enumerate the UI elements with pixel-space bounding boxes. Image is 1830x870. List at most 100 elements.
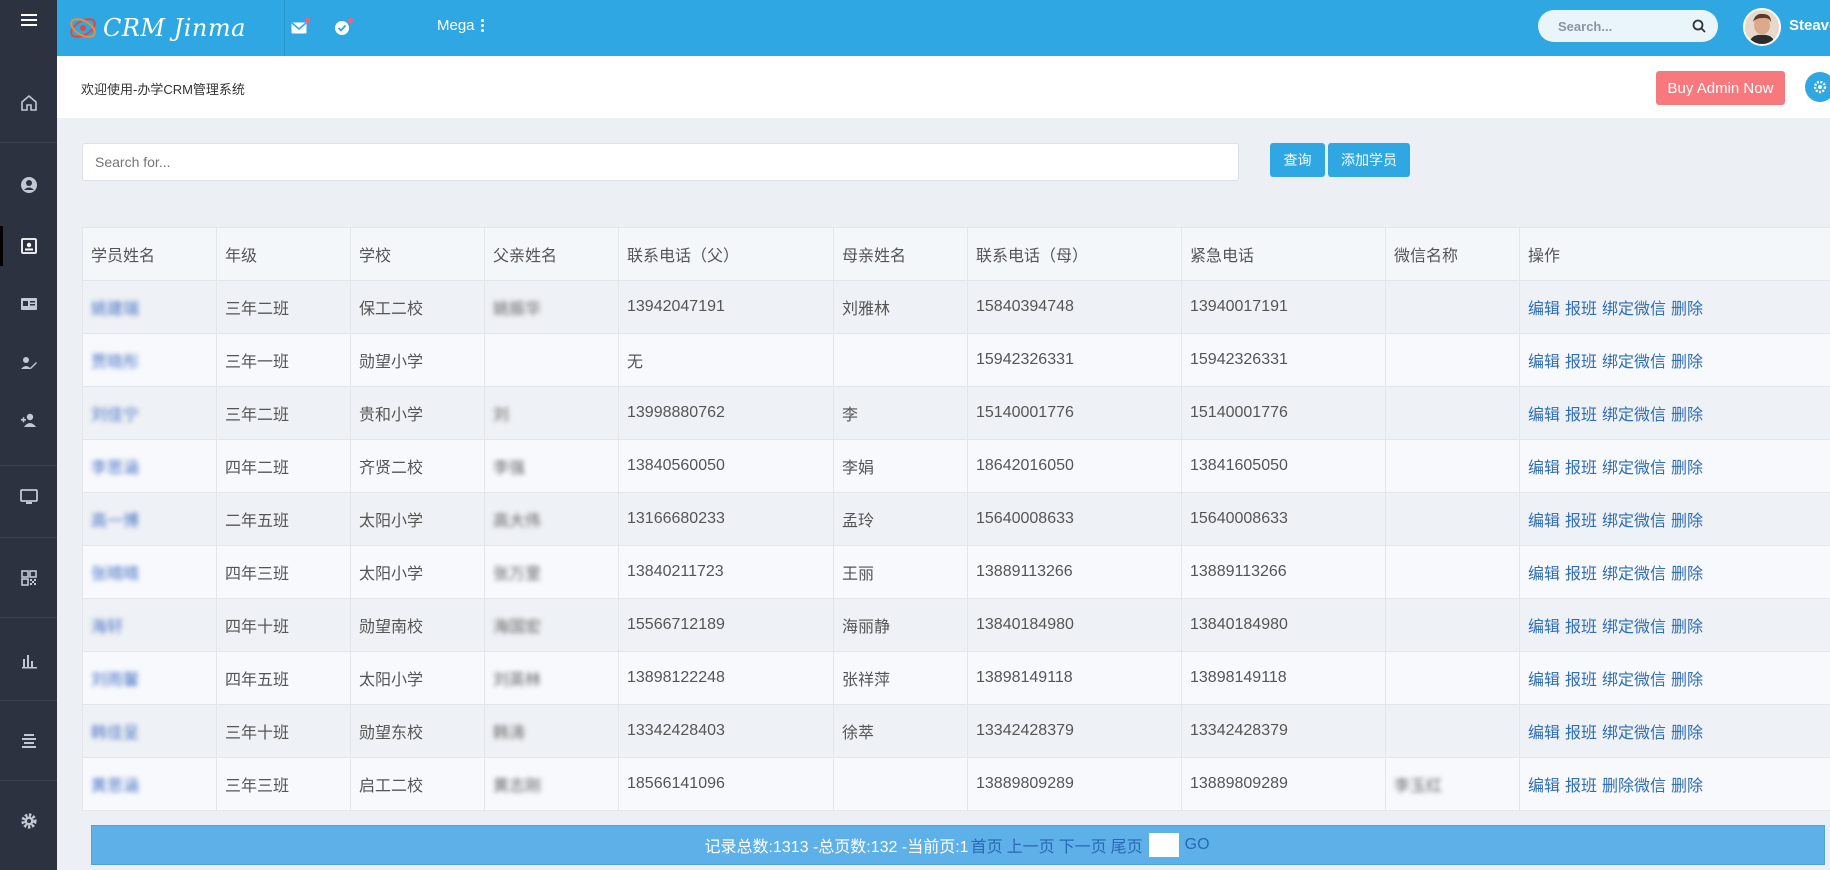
qr-code-icon[interactable] — [0, 558, 57, 598]
wechat-link[interactable]: 绑定微信 — [1602, 619, 1666, 636]
search-icon[interactable] — [1692, 19, 1706, 33]
student-name-cell[interactable]: 刘雨馨 — [82, 651, 217, 705]
mega-menu[interactable]: Mega — [437, 17, 485, 34]
student-name-cell[interactable]: 李思涵 — [82, 439, 217, 493]
delete-link[interactable]: 删除 — [1671, 513, 1703, 530]
father-name-cell-text: 姚振华 — [493, 301, 542, 318]
page-number-input[interactable] — [1148, 833, 1179, 857]
home-icon[interactable] — [0, 83, 57, 123]
student-name-cell[interactable]: 高一博 — [82, 492, 217, 546]
father-name-cell: 刘 — [484, 386, 619, 440]
wechat-link[interactable]: 绑定微信 — [1602, 513, 1666, 530]
edit-link[interactable]: 编辑 — [1528, 778, 1560, 795]
enroll-link[interactable]: 报班 — [1565, 778, 1597, 795]
wechat-link[interactable]: 绑定微信 — [1602, 672, 1666, 689]
top-search-input[interactable]: Search... — [1538, 10, 1718, 42]
buy-admin-button[interactable]: Buy Admin Now — [1656, 71, 1785, 105]
mother-phone-cell-text: 13840184980 — [976, 616, 1074, 633]
edit-link[interactable]: 编辑 — [1528, 619, 1560, 636]
enroll-link[interactable]: 报班 — [1565, 354, 1597, 371]
monitor-icon[interactable] — [0, 477, 57, 517]
table-row: 李思涵 四年二班 齐贤二校 李强 13840560050 李娟 18642016050 138… — [82, 439, 1830, 493]
add-user-icon[interactable] — [0, 400, 57, 440]
menu-icon[interactable] — [0, 0, 57, 40]
delete-link[interactable]: 删除 — [1671, 301, 1703, 318]
wechat-link[interactable]: 绑定微信 — [1602, 354, 1666, 371]
enroll-link[interactable]: 报班 — [1565, 619, 1597, 636]
emergency-phone-cell: 15140001776 — [1181, 386, 1386, 440]
user-name[interactable]: Steave — [1789, 17, 1830, 34]
last-page-link[interactable]: 尾页 — [1111, 833, 1143, 857]
enroll-link[interactable]: 报班 — [1565, 301, 1597, 318]
delete-link[interactable]: 删除 — [1671, 566, 1703, 583]
wechat-link[interactable]: 绑定微信 — [1602, 460, 1666, 477]
gear-icon[interactable] — [0, 801, 57, 841]
delete-link[interactable]: 删除 — [1671, 619, 1703, 636]
avatar[interactable] — [1743, 8, 1781, 46]
student-name-cell[interactable]: 刘佳宁 — [82, 386, 217, 440]
wechat-link[interactable]: 绑定微信 — [1602, 407, 1666, 424]
bar-chart-icon[interactable] — [0, 640, 57, 680]
id-card-icon[interactable] — [0, 284, 57, 324]
wechat-link[interactable]: 绑定微信 — [1602, 301, 1666, 318]
edit-link[interactable]: 编辑 — [1528, 672, 1560, 689]
mother-phone-cell: 13840184980 — [967, 598, 1182, 652]
edit-link[interactable]: 编辑 — [1528, 354, 1560, 371]
enroll-link[interactable]: 报班 — [1565, 513, 1597, 530]
settings-gear-icon[interactable] — [1805, 72, 1830, 102]
edit-link[interactable]: 编辑 — [1528, 407, 1560, 424]
student-name-cell[interactable]: 韩佳呈 — [82, 704, 217, 758]
edit-link[interactable]: 编辑 — [1528, 460, 1560, 477]
column-header: 父亲姓名 — [484, 227, 619, 281]
student-name-cell[interactable]: 姚建瑞 — [82, 280, 217, 334]
edit-link[interactable]: 编辑 — [1528, 566, 1560, 583]
student-search-input[interactable] — [82, 143, 1239, 181]
edit-link[interactable]: 编辑 — [1528, 301, 1560, 318]
first-page-link[interactable]: 首页 — [971, 833, 1003, 857]
enroll-link[interactable]: 报班 — [1565, 725, 1597, 742]
mail-icon[interactable] — [286, 15, 312, 41]
edit-user-icon[interactable] — [0, 343, 57, 383]
query-button[interactable]: 查询 — [1270, 143, 1325, 177]
school-cell: 太阳小学 — [350, 651, 485, 705]
emergency-phone-cell-text: 13889113266 — [1190, 563, 1287, 580]
contact-card-icon[interactable] — [0, 226, 57, 266]
edit-link[interactable]: 编辑 — [1528, 513, 1560, 530]
enroll-link[interactable]: 报班 — [1565, 672, 1597, 689]
brand[interactable]: CRM Jinma — [67, 0, 285, 56]
mother-phone-cell-text: 15140001776 — [976, 404, 1074, 421]
prev-page-link[interactable]: 上一页 — [1007, 833, 1055, 857]
table-header-row: 学员姓名 年级 学校 父亲姓名 联系电话（父） 母亲姓名 联系电话（母） 紧急电… — [82, 227, 1830, 281]
wechat-link[interactable]: 绑定微信 — [1602, 566, 1666, 583]
wechat-link[interactable]: 删除微信 — [1602, 778, 1666, 795]
mother-name-cell: 李 — [833, 386, 968, 440]
student-name-cell[interactable]: 张晴晴 — [82, 545, 217, 599]
student-name-cell[interactable]: 贾晓彤 — [82, 333, 217, 387]
grade-cell: 三年十班 — [216, 704, 351, 758]
delete-link[interactable]: 删除 — [1671, 407, 1703, 424]
delete-link[interactable]: 删除 — [1671, 672, 1703, 689]
align-center-icon[interactable] — [0, 721, 57, 761]
wechat-link[interactable]: 绑定微信 — [1602, 725, 1666, 742]
mother-phone-cell-text: 13342428379 — [976, 722, 1074, 739]
check-circle-icon[interactable] — [329, 15, 355, 41]
delete-link[interactable]: 删除 — [1671, 460, 1703, 477]
delete-link[interactable]: 删除 — [1671, 354, 1703, 371]
mother-phone-cell: 13889113266 — [967, 545, 1182, 599]
top-bar: CRM Jinma Mega Search... Steave — [57, 0, 1830, 56]
go-button[interactable]: GO — [1185, 836, 1210, 854]
delete-link[interactable]: 删除 — [1671, 778, 1703, 795]
add-student-button[interactable]: 添加学员 — [1328, 143, 1410, 177]
student-name-cell[interactable]: 黄思涵 — [82, 757, 217, 811]
next-page-link[interactable]: 下一页 — [1059, 833, 1107, 857]
edit-link[interactable]: 编辑 — [1528, 725, 1560, 742]
wechat-name-cell — [1385, 439, 1520, 493]
delete-link[interactable]: 删除 — [1671, 725, 1703, 742]
enroll-link[interactable]: 报班 — [1565, 407, 1597, 424]
enroll-link[interactable]: 报班 — [1565, 566, 1597, 583]
school-cell-text: 太阳小学 — [359, 513, 424, 530]
student-name-cell[interactable]: 海轩 — [82, 598, 217, 652]
user-circle-icon[interactable] — [0, 165, 57, 205]
enroll-link[interactable]: 报班 — [1565, 460, 1597, 477]
wechat-name-cell: 李玉红 — [1385, 757, 1520, 811]
